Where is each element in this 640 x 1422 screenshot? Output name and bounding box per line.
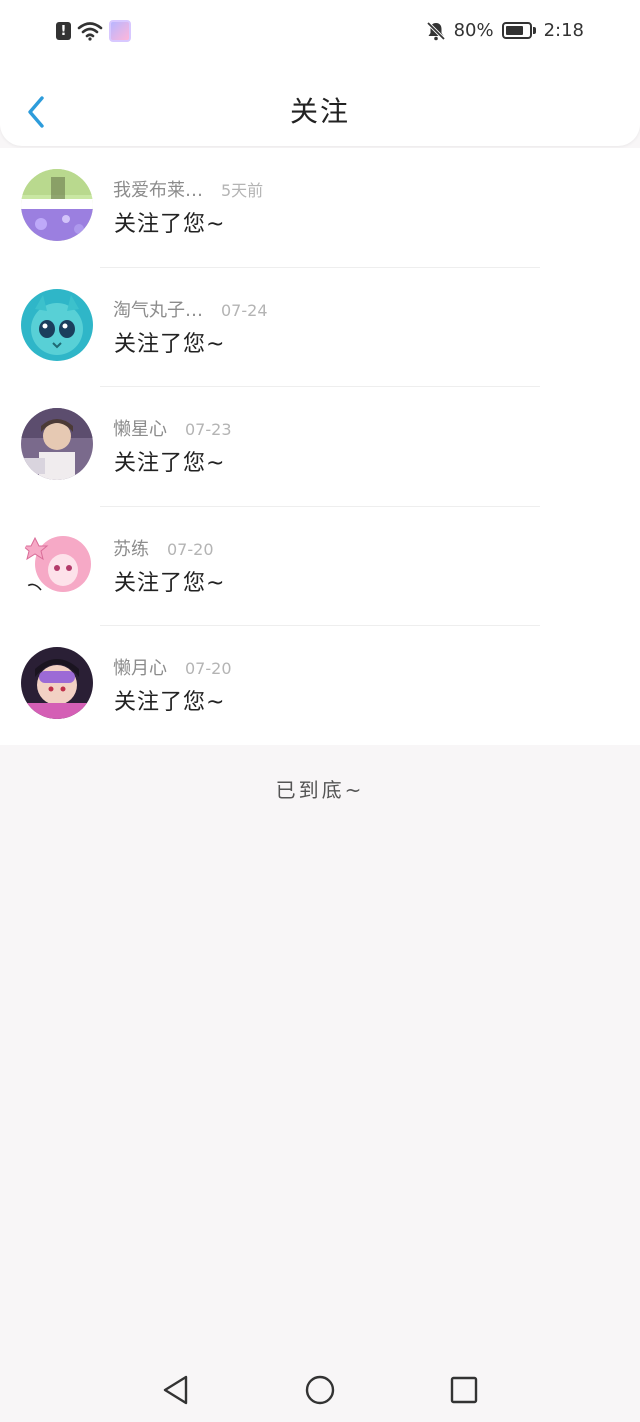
triangle-back-icon (163, 1375, 188, 1405)
item-meta: 我爱布莱… 5天前 (113, 176, 263, 202)
avatar[interactable] (21, 647, 93, 719)
nav-home-button[interactable] (302, 1372, 338, 1408)
item-action-text: 关注了您~ (114, 212, 226, 237)
item-meta: 淘气丸子… 07-24 (113, 296, 268, 322)
app-header: ! 80% 2:18 关注 (0, 0, 640, 146)
avatar[interactable] (21, 288, 93, 361)
item-action-text: 关注了您~ (114, 690, 226, 715)
item-time: 07-20 (167, 539, 214, 559)
battery-percent: 80% (453, 20, 494, 41)
item-meta: 苏练 07-20 (113, 535, 214, 561)
item-time: 5天前 (221, 181, 264, 200)
square-recents-icon (450, 1376, 478, 1404)
list-item[interactable]: 我爱布莱… 5天前 关注了您~ (0, 148, 640, 268)
status-time: 2:18 (543, 20, 584, 41)
bell-off-icon (426, 21, 445, 40)
user-name[interactable]: 懒星心 (113, 415, 167, 441)
list-item[interactable]: 淘气丸子… 07-24 关注了您~ (0, 268, 640, 387)
list-item[interactable]: 苏练 07-20 关注了您~ (0, 507, 640, 626)
battery-icon (501, 22, 536, 39)
item-meta: 懒月心 07-20 (113, 654, 232, 680)
status-right-icons: 80% 2:18 (426, 20, 584, 41)
page-title: 关注 (289, 95, 350, 128)
follow-list: 我爱布莱… 5天前 关注了您~ 淘气丸子… 07-24 关注了您~ 懒星心 07… (0, 148, 640, 745)
user-name[interactable]: 懒月心 (113, 654, 167, 680)
item-time: 07-24 (221, 300, 268, 320)
avatar[interactable] (21, 169, 93, 241)
item-action-text: 关注了您~ (114, 570, 226, 596)
status-bar: ! 80% 2:18 (0, 0, 640, 64)
list-item[interactable]: 懒星心 07-23 关注了您~ (0, 387, 640, 507)
app-notification-icon (109, 20, 131, 42)
status-left-icons: ! (56, 20, 131, 42)
item-meta: 懒星心 07-23 (113, 415, 232, 441)
user-name[interactable]: 苏练 (113, 535, 149, 561)
item-time: 07-23 (185, 420, 232, 439)
item-time: 07-20 (185, 659, 232, 678)
avatar[interactable] (21, 408, 93, 480)
list-end-text: 已到底~ (275, 778, 365, 802)
system-nav-bar (0, 1358, 640, 1422)
item-action-text: 关注了您~ (114, 451, 226, 476)
nav-back-button[interactable] (158, 1372, 194, 1408)
avatar[interactable] (21, 527, 93, 600)
user-name[interactable]: 我爱布莱… (113, 176, 203, 202)
item-action-text: 关注了您~ (114, 331, 226, 357)
user-name[interactable]: 淘气丸子… (113, 296, 203, 322)
list-item[interactable]: 懒月心 07-20 关注了您~ (0, 626, 640, 746)
circle-home-icon (305, 1375, 335, 1405)
alert-icon: ! (56, 22, 71, 40)
wifi-icon (77, 22, 103, 41)
nav-recents-button[interactable] (446, 1372, 482, 1408)
